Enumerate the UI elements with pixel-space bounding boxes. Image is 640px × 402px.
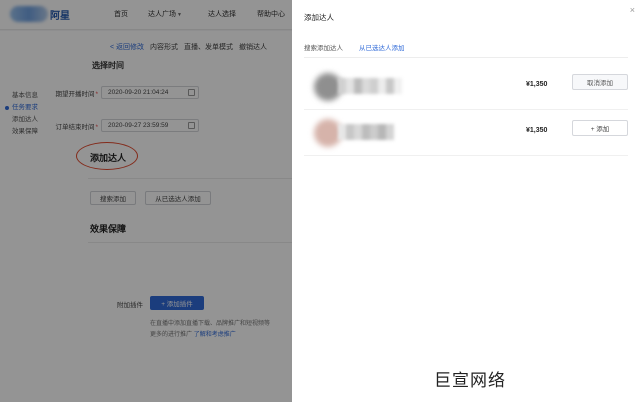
watermark: 巨宣网络: [434, 371, 506, 391]
drawer-tabs: 搜索添加达人 从已选达人添加: [304, 42, 405, 58]
redacted-pixel: [386, 78, 394, 94]
redacted-pixel: [378, 124, 386, 140]
redacted-pixel: [386, 124, 394, 140]
tab-underline: [304, 57, 628, 58]
add-kol-drawer: 添加达人 × 搜索添加达人 从已选达人添加 ¥1,350 取消添加 ¥1,350…: [292, 0, 640, 402]
redacted-pixel: [378, 78, 386, 94]
kol-price: ¥1,350: [526, 127, 548, 134]
add-kol-button[interactable]: + 添加: [572, 120, 628, 136]
redacted-pixel: [370, 78, 378, 94]
redacted-pixel: [338, 78, 346, 94]
kol-row: ¥1,350 + 添加: [304, 110, 628, 156]
redacted-pixel: [338, 124, 346, 140]
redacted-pixel: [354, 78, 362, 94]
drawer-title: 添加达人: [304, 13, 334, 22]
kol-row: ¥1,350 取消添加: [304, 64, 628, 110]
redacted-pixel: [354, 124, 362, 140]
tab-search-add-kol[interactable]: 搜索添加达人: [304, 42, 343, 58]
kol-name-blurred: [338, 124, 394, 140]
redacted-pixel: [362, 124, 370, 140]
redacted-pixel: [346, 124, 354, 140]
kol-price: ¥1,350: [526, 81, 548, 88]
redacted-pixel: [362, 78, 370, 94]
modal-overlay[interactable]: [0, 0, 292, 402]
cancel-add-button[interactable]: 取消添加: [572, 74, 628, 90]
close-icon[interactable]: ×: [630, 5, 635, 15]
redacted-pixel: [394, 78, 402, 94]
kol-name-blurred: [338, 78, 402, 94]
redacted-pixel: [346, 78, 354, 94]
tab-add-from-selected[interactable]: 从已选达人添加: [359, 42, 405, 58]
redacted-pixel: [370, 124, 378, 140]
